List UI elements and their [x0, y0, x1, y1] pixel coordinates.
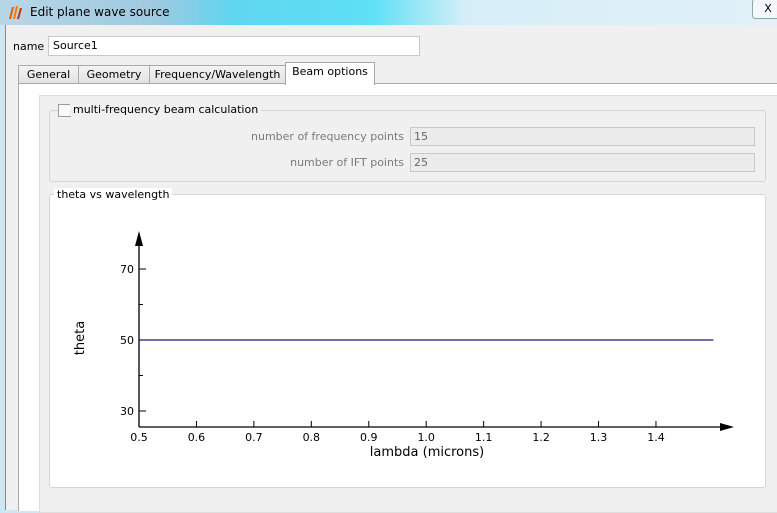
x-tick-label: 0.6 [188, 431, 206, 444]
y-tick-label: 70 [120, 263, 134, 276]
x-tick-label: 1.1 [475, 431, 493, 444]
x-tick-label: 1.4 [647, 431, 665, 444]
x-tick-label: 1.0 [417, 431, 435, 444]
x-tick-label: 1.2 [532, 431, 550, 444]
y-tick-label: 30 [120, 405, 134, 418]
x-tick-label: 0.5 [130, 431, 148, 444]
theta-wavelength-chart: 0.5 0.6 0.7 0.8 0.9 1.0 1.1 1.2 1.3 1.4 30 50 70 lam… [73, 231, 734, 460]
y-axis-arrow-icon [135, 231, 143, 246]
x-tick-label: 1.3 [590, 431, 608, 444]
y-tick-label: 50 [120, 334, 134, 347]
x-axis-arrow-icon [720, 422, 734, 431]
tab-beam-options[interactable]: Beam options [285, 62, 375, 85]
x-tick-label: 0.8 [303, 431, 321, 444]
x-tick-label: 0.7 [245, 431, 263, 444]
x-axis-label: lambda (microns) [370, 445, 484, 460]
x-tick-label: 0.9 [360, 431, 378, 444]
y-axis-label: theta [73, 321, 88, 355]
